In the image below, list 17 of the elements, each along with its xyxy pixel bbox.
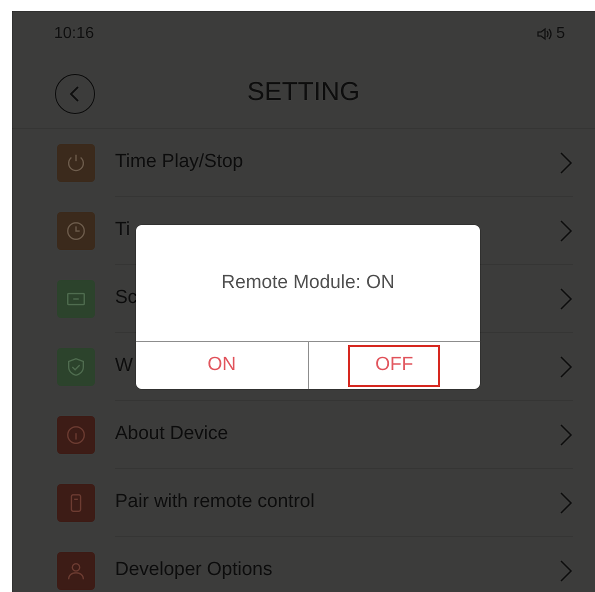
- info-icon: [65, 424, 87, 446]
- chevron-right-icon: [559, 286, 573, 310]
- back-button[interactable]: [55, 74, 95, 114]
- clock-icon: [65, 220, 87, 242]
- chevron-right-icon: [559, 490, 573, 514]
- chevron-right-icon: [559, 354, 573, 378]
- dialog-button[interactable]: ON: [176, 344, 268, 386]
- person-icon: [65, 560, 87, 582]
- speaker-icon: [537, 27, 554, 41]
- dialog-button[interactable]: OFF: [348, 344, 440, 386]
- dialog-message: Remote Module: ON: [221, 270, 395, 295]
- chevron-right-icon: [559, 150, 573, 174]
- shield-icon: [65, 356, 87, 378]
- power-icon: [65, 152, 87, 174]
- chevron-right-icon: [559, 422, 573, 446]
- chevron-right-icon: [559, 558, 573, 582]
- chevron-right-icon: [559, 218, 573, 242]
